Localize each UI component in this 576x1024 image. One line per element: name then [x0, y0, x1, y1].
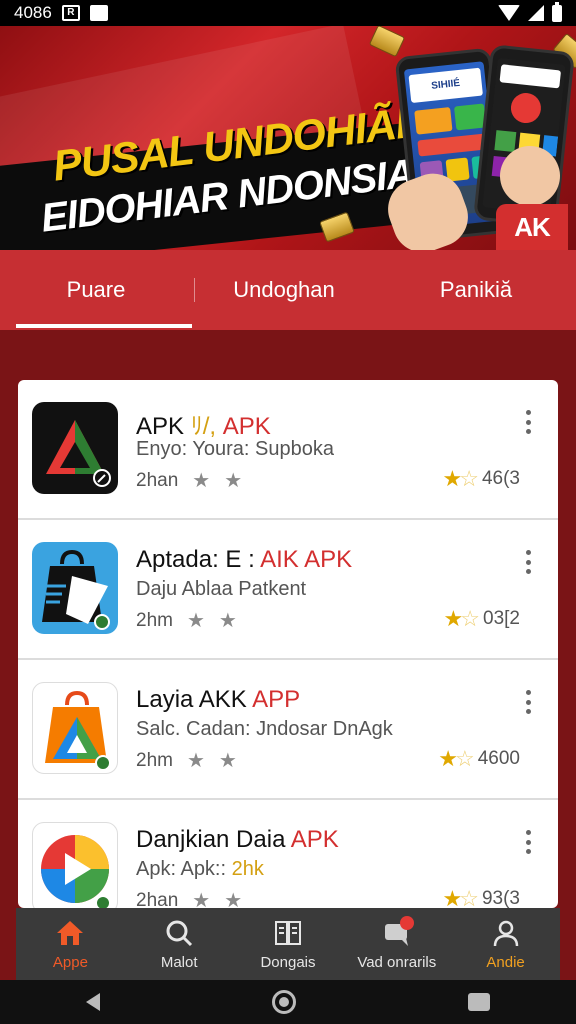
app-rating: ★☆ 93(3 — [443, 886, 521, 908]
star-icon: ★ — [186, 610, 205, 632]
app-rating: ★☆ 03[2 — [444, 606, 520, 632]
star-icon: ★ — [218, 610, 237, 632]
tab-panikia[interactable]: Panikiă — [376, 250, 576, 330]
rating-value: 93(3 — [481, 888, 520, 908]
nav-label: Appe — [52, 953, 88, 971]
nav-label: Andie — [486, 953, 525, 971]
app-meta: 2hm ★ ★ — [136, 748, 237, 773]
book-icon — [273, 918, 303, 948]
search-icon — [164, 918, 194, 948]
list-item[interactable]: Layia AKK APP Salc. Cadan: Jndosar DnAgk… — [18, 660, 558, 800]
nav-library[interactable]: Dongais — [234, 908, 343, 980]
list-item[interactable]: APK ﾘ/, APK Enyo: Youra: Supboka 2han ★ … — [18, 380, 558, 520]
nav-profile[interactable]: Andie — [451, 908, 560, 980]
home-button-icon[interactable] — [272, 990, 296, 1014]
list-item[interactable]: Aptada: E : AIK APK Daju Ablaa Patkent 2… — [18, 520, 558, 660]
user-icon — [491, 918, 521, 948]
app-title: Layia AKK APP — [136, 686, 301, 713]
app-title: Aptada: E : AIK APK — [136, 546, 353, 573]
nav-label: Dongais — [260, 953, 316, 971]
app-meta: 2hm ★ ★ — [136, 608, 237, 633]
rating-stars-icon: ★☆ — [442, 886, 479, 908]
app-subtitle: Salc. Cadan: Jndosar DnAgk — [136, 718, 393, 740]
more-options-icon[interactable] — [524, 410, 532, 434]
star-icon: ★ — [186, 750, 205, 772]
app-meta: 2han ★ ★ — [136, 468, 242, 493]
app-meta: 2han ★ ★ — [136, 888, 243, 909]
more-options-icon[interactable] — [524, 830, 532, 854]
wifi-icon — [498, 5, 520, 21]
app-size: 2hm — [136, 749, 173, 771]
nav-label: Vad onrarils — [357, 953, 437, 971]
rating-value: 46(3 — [481, 468, 520, 489]
more-options-icon[interactable] — [524, 690, 532, 714]
triangle-icon — [32, 402, 118, 494]
nav-home[interactable]: Appe — [16, 908, 125, 980]
promo-banner[interactable]: PUSAL UNDOHIÃN EIDOHIAR NDONSIA SIHIIÉ A… — [0, 26, 576, 250]
gold-bar-icon — [368, 26, 406, 58]
category-tabs: Puare Undoghan Panikiă — [0, 250, 576, 330]
battery-icon — [552, 1, 562, 22]
star-icon: ★ — [192, 470, 211, 492]
bottom-navigation: Appe Malot Dongais Vad onrarils Andie — [16, 908, 560, 980]
status-time: 4086 — [14, 3, 52, 22]
nav-messages[interactable]: Vad onrarils — [342, 908, 451, 980]
image-icon — [89, 5, 108, 21]
rating-stars-icon: ★☆ — [438, 746, 474, 771]
app-title: Danjkian Daia APK — [136, 826, 339, 853]
rating-value: 4600 — [477, 748, 520, 769]
signal-icon — [528, 5, 544, 21]
star-icon: ★ — [224, 470, 243, 492]
notification-dot — [400, 916, 415, 930]
more-options-icon[interactable] — [524, 550, 532, 574]
app-subtitle: Apk: Apk:: 2hk — [136, 858, 264, 880]
app-subtitle: Enyo: Youra: Supboka — [136, 438, 334, 460]
nav-search[interactable]: Malot — [125, 908, 234, 980]
colorful-bag-icon — [32, 682, 118, 774]
app-size: 2han — [136, 469, 179, 491]
home-icon — [55, 918, 85, 948]
star-icon: ★ — [218, 750, 237, 772]
shopping-bag-icon — [32, 542, 118, 634]
star-icon: ★ — [224, 890, 243, 908]
nav-label: Malot — [160, 953, 198, 971]
notification-r-icon: R — [61, 5, 80, 21]
ak-badge: AK — [496, 204, 568, 250]
system-navigation-bar — [0, 980, 576, 1024]
app-rating: ★☆ 46(3 — [443, 466, 521, 492]
phone-screen-logo: SIHIIÉ — [408, 67, 483, 104]
play-store-icon — [32, 822, 118, 908]
app-subtitle: Daju Ablaa Patkent — [136, 578, 307, 600]
back-icon[interactable] — [86, 993, 100, 1011]
app-size: 2han — [136, 889, 179, 909]
rating-stars-icon: ★☆ — [443, 606, 480, 631]
app-rating: ★☆ 4600 — [438, 746, 520, 772]
recent-apps-icon[interactable] — [468, 993, 490, 1011]
app-size: 2hm — [136, 609, 173, 631]
tab-undoghan[interactable]: Undoghan — [192, 250, 376, 330]
list-item[interactable]: Danjkian Daia APK Apk: Apk:: 2hk 2han ★ … — [18, 800, 558, 908]
rating-stars-icon: ★☆ — [442, 466, 479, 491]
app-title: APK ﾘ/, APK — [136, 413, 271, 440]
rating-value: 03[2 — [483, 608, 520, 629]
status-bar: 4086 R — [0, 0, 576, 26]
app-list: APK ﾘ/, APK Enyo: Youra: Supboka 2han ★ … — [18, 380, 558, 908]
tab-puare[interactable]: Puare — [0, 250, 192, 330]
star-icon: ★ — [192, 890, 211, 908]
